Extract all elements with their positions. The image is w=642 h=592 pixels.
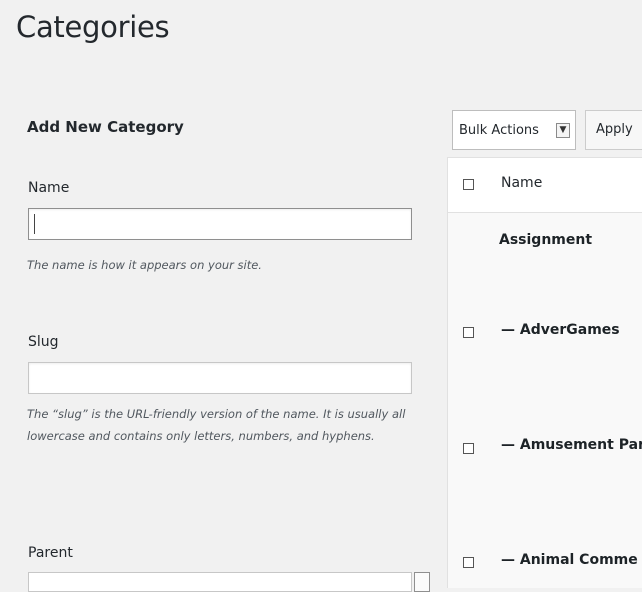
- categories-table: Name Assignment — AdverGames — Amusement…: [447, 157, 642, 588]
- page-title: Categories: [16, 10, 170, 44]
- category-name[interactable]: — Amusement Par: [501, 437, 642, 453]
- apply-button[interactable]: Apply: [585, 110, 642, 150]
- select-all-checkbox[interactable]: [463, 179, 474, 190]
- category-name[interactable]: Assignment: [499, 232, 592, 248]
- slug-label: Slug: [28, 334, 59, 350]
- slug-hint: The “slug” is the URL-friendly version o…: [27, 407, 406, 443]
- chevron-down-icon: ▼: [556, 123, 570, 138]
- category-name[interactable]: — AdverGames: [501, 322, 620, 338]
- name-input[interactable]: [28, 208, 412, 240]
- table-header: Name: [448, 158, 642, 213]
- row-checkbox[interactable]: [463, 443, 474, 454]
- parent-select-arrow[interactable]: [414, 572, 430, 592]
- name-hint: The name is how it appears on your site.: [27, 258, 262, 272]
- name-label: Name: [28, 180, 70, 196]
- bulk-actions-select[interactable]: Bulk Actions ▼: [452, 110, 576, 150]
- parent-label: Parent: [28, 545, 73, 561]
- text-caret: [34, 214, 35, 234]
- category-name[interactable]: — Animal Comme: [501, 552, 638, 568]
- parent-select[interactable]: [28, 572, 412, 592]
- column-header-name[interactable]: Name: [501, 175, 542, 191]
- slug-input[interactable]: [28, 362, 412, 394]
- form-title: Add New Category: [27, 118, 184, 136]
- row-checkbox[interactable]: [463, 557, 474, 568]
- bulk-actions-label: Bulk Actions: [459, 122, 539, 138]
- row-checkbox[interactable]: [463, 327, 474, 338]
